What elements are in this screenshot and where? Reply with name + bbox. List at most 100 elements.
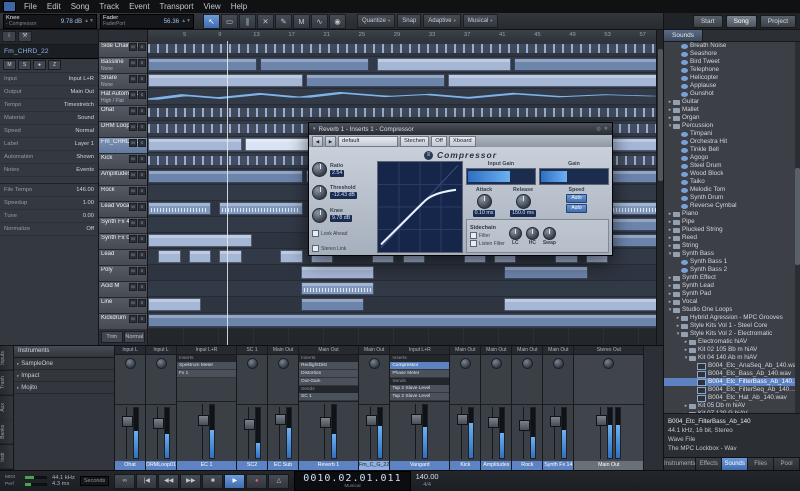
automation-curve[interactable] [148,90,657,103]
browser-item-kit-04-140-ab-m-hiav[interactable]: ▾ Kit 04 140 Ab m hiAV [664,354,800,362]
mixer-channel-ec-sub[interactable]: Main Out EC Sub [268,346,299,470]
browser-item-plucked-string[interactable]: ▸ Plucked String [664,226,800,234]
channel-route[interactable]: Main Out [543,346,574,355]
menu-edit[interactable]: Edit [42,0,66,13]
channel-route[interactable]: Main Out [359,346,390,355]
workspace-btn-start[interactable]: Start [692,14,723,28]
return-button[interactable]: |◀ [136,473,158,489]
mute-button[interactable]: M [129,123,137,131]
inspector-row-tempo[interactable]: Tempo Timestretch [0,99,98,112]
audio-clip[interactable] [188,250,212,263]
browser-item-helicopter[interactable]: Helicopter [664,74,800,82]
track-header-snare[interactable]: Snare None M S [99,74,147,90]
mute-button[interactable]: M [129,203,137,211]
console-tab-trash[interactable]: Trash [0,370,13,396]
inspector-row-label[interactable]: Label Layer 1 [0,138,98,151]
browser-item-piano[interactable]: ▸ Piano [664,210,800,218]
channel-route[interactable]: Main Out [268,346,298,355]
pan-knob[interactable] [459,358,471,369]
channel-route[interactable]: Main Out [450,346,481,355]
solo-button[interactable]: S [138,43,146,51]
browser-item-timpani[interactable]: Timpani [664,130,800,138]
mixer-channel-ec-1[interactable]: Input L+R Inserts Spektrum Meter Fx 1 EC 1 [177,346,237,470]
control-link-xboard[interactable]: Xboard [448,135,476,147]
track-header-lead[interactable]: Lead M S [99,250,147,266]
track-header-fm-chrd-22[interactable]: Fm_CHRD_22 M S [99,138,147,154]
menu-transport[interactable]: Transport [155,0,199,13]
insert-slot-fx-1[interactable]: Fx 1 [177,370,236,378]
browser-item-synth-drum[interactable]: Synth Drum [664,194,800,202]
insert-slot-spektrum-meter[interactable]: Spektrum Meter [177,362,236,370]
browser-item-synth-bass[interactable]: ▾ Synth Bass [664,250,800,258]
audio-clip[interactable] [504,266,588,279]
browser-item-guitar[interactable]: ▸ Guitar [664,98,800,106]
audio-clip[interactable] [305,74,446,87]
mixer-channel-vangard[interactable]: Input L+R Inserts Compressor Phase Meter Sen… [390,346,451,470]
auto-speed-button[interactable]: Auto [566,194,587,203]
browser-item-organ[interactable]: ▸ Organ [664,114,800,122]
browser-item-tinkle-bell[interactable]: Tinkle Bell [664,146,800,154]
inspector-param-file-tempo[interactable]: File Tempo 146.00 [0,184,98,197]
info-icon[interactable]: i [2,31,16,42]
track-header-kick[interactable]: Kick M S [99,154,147,170]
mute-button[interactable]: M [129,139,137,147]
browser-item-steel-drum[interactable]: Steel Drum [664,162,800,170]
browser-item-b004-etc-filterseq-ab-140-wav[interactable]: B004_Etc_FilterSeq_Ab_140.wav [664,386,800,394]
normal-dropdown[interactable]: Normal [123,331,145,343]
track-header-side-chain-trigger[interactable]: Side Chain TriggerMS [99,42,147,58]
arrow-tool[interactable]: ↖ [203,13,220,29]
audio-clip[interactable] [377,58,512,71]
solo-button[interactable]: S [138,267,146,275]
eraser-tool[interactable]: ✕ [257,13,274,29]
mute-button[interactable]: M [129,107,137,115]
browser-item-synth-pad[interactable]: ▸ Synth Pad [664,290,800,298]
menu-file[interactable]: File [19,0,42,13]
channel-route[interactable]: Main Out [299,346,358,355]
record-button[interactable]: ● [246,473,268,489]
browser-scrollbar[interactable] [795,42,800,413]
solo-button[interactable]: S [138,171,146,179]
mute-button[interactable]: M [129,171,137,179]
browser-item-b004-etc-bass-ab-140-wav[interactable]: B004_Etc_Bass_Ab_140.wav [664,370,800,378]
track-header-ohat[interactable]: Ohat M S [99,106,147,122]
pan-knob[interactable] [603,358,615,369]
browser-item-synth-bass-2[interactable]: Synth Bass 2 [664,266,800,274]
channel-route[interactable]: Main Out [512,346,543,355]
menu-event[interactable]: Event [124,0,154,13]
browser-item-breath-noise[interactable]: Breath Noise [664,42,800,50]
send-slot-tap-2-slave-level[interactable]: Tap 2 Slave Level [390,393,450,401]
insert-slot-compressor[interactable]: Compressor [390,362,450,370]
volume-fader[interactable] [320,404,331,459]
solo-button[interactable]: S [138,299,146,307]
audio-clip[interactable] [148,44,657,53]
instrument-item-impact[interactable]: ▸ Impact [14,370,114,382]
browser-item-synth-effect[interactable]: ▸ Synth Effect [664,274,800,282]
audio-clip[interactable] [259,58,369,71]
track-header-drm-loop-01[interactable]: DRM Loop 01 M S [99,122,147,138]
solo-button[interactable]: S [138,203,146,211]
track-lane[interactable] [148,281,657,297]
mute-button[interactable]: M [129,75,137,83]
mute-button[interactable]: M [129,43,137,51]
track-header-amplitudes[interactable]: Amplitudes M S [99,170,147,186]
audio-clip[interactable] [148,298,201,311]
pan-knob[interactable] [521,358,533,369]
solo-button[interactable]: S [138,139,146,147]
mixer-channel-synth-fx-14[interactable]: Main Out Synth Fx 14 [543,346,575,470]
volume-fader[interactable] [596,407,608,459]
track-header-kickdrum[interactable]: Kickdrum M S [99,314,147,330]
track-header-synth-fx-01[interactable]: Synth Fx 01 M S [99,234,147,250]
insert-slot-redlightdist[interactable]: RedlightDist [299,362,358,370]
browser-item-kit-02-105-bb-m-hiav[interactable]: ▸ Kit 02 105 Bb m hiAV [664,346,800,354]
audio-clip[interactable] [219,250,242,263]
mute-tool[interactable]: M [293,13,310,29]
ratio-knob[interactable] [312,162,327,177]
mixer-channel-fm-c-g-22[interactable]: Main Out Fm_C_G_22 [359,346,391,470]
solo-button[interactable]: S [138,283,146,291]
browser-item-orchestra-hit[interactable]: Orchestra Hit [664,138,800,146]
rewind-button[interactable]: ◀◀ [158,473,180,489]
track-header-line[interactable]: Line M S [99,298,147,314]
solo-button[interactable]: S [138,91,146,99]
browser-item-b004-etc-hat-ab-140-wav[interactable]: B004_Etc_Hat_Ab_140.wav [664,394,800,402]
pan-knob[interactable] [277,358,289,369]
